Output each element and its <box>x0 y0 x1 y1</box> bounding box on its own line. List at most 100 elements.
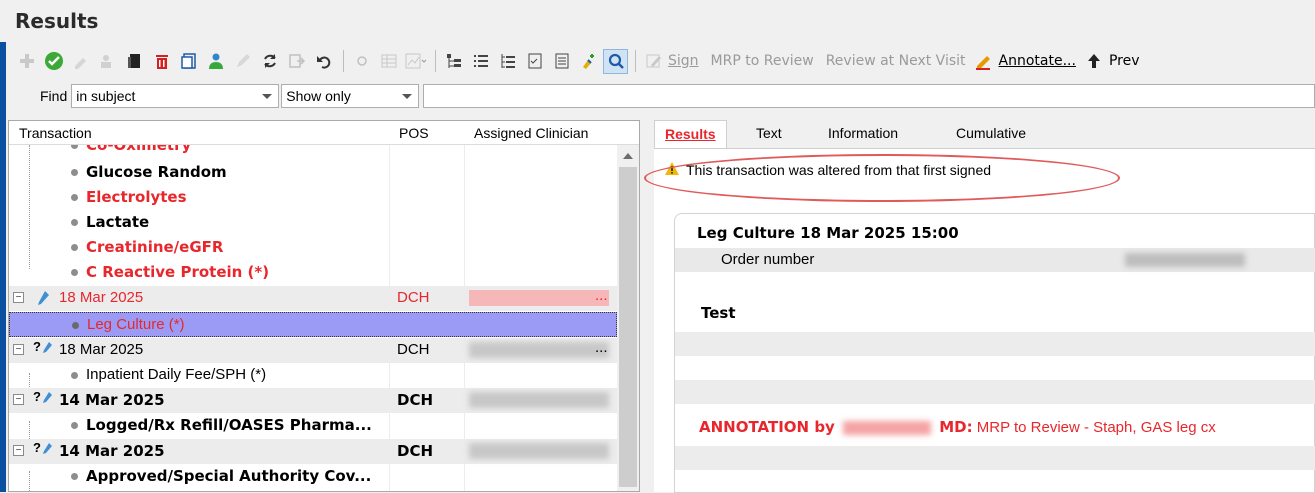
altered-warning: This transaction was altered from that f… <box>644 154 1315 202</box>
find-mode-select[interactable]: Show only <box>281 84 420 108</box>
detail-tabs: Results Text Information Cumulative <box>650 118 1315 148</box>
bullet-icon <box>71 422 78 429</box>
tree-row-group[interactable]: − ? 18 Mar 2025 DCH ... <box>9 338 617 363</box>
sign-button[interactable]: Sign <box>668 53 699 69</box>
row-label: Logged/Rx Refill/OASES Pharma... <box>71 416 372 434</box>
annotate-button[interactable]: Annotate... <box>999 53 1076 69</box>
note-icon[interactable] <box>549 49 574 74</box>
tree-row[interactable]: Co-Oximetry <box>9 145 617 158</box>
result-row <box>675 446 1315 470</box>
bullet-icon <box>71 269 78 276</box>
up-arrow-icon[interactable] <box>1082 49 1107 74</box>
result-row <box>675 380 1315 404</box>
delete-trash-icon[interactable] <box>149 49 174 74</box>
bullet-icon <box>71 473 78 480</box>
edit-pencil-icon[interactable] <box>230 49 255 74</box>
prev-button[interactable]: Prev <box>1109 53 1140 69</box>
chevron-down-icon <box>402 94 413 99</box>
find-scope-select[interactable]: in subject <box>71 84 280 108</box>
row-label: Creatinine/eGFR <box>71 238 223 256</box>
list-view-icon[interactable] <box>468 49 493 74</box>
find-scope-value: in subject <box>76 88 136 104</box>
document-stack-icon[interactable] <box>122 49 147 74</box>
row-label: 14 Mar 2025 <box>59 391 165 409</box>
bullet-icon <box>71 194 78 201</box>
tab-text[interactable]: Text <box>746 120 792 148</box>
find-bar: Find in subject Show only <box>8 82 1315 110</box>
column-header-clinician[interactable]: Assigned Clinician <box>474 125 588 141</box>
collapse-toggle-icon[interactable]: − <box>13 292 24 303</box>
collapse-toggle-icon[interactable]: − <box>13 394 24 405</box>
tree-expand-icon[interactable] <box>441 49 466 74</box>
collapse-toggle-icon[interactable]: − <box>13 445 24 456</box>
tree-row[interactable]: C Reactive Protein (*) <box>9 260 617 285</box>
tab-cumulative[interactable]: Cumulative <box>946 120 1036 148</box>
test-header: Test <box>701 304 736 322</box>
row-clinician-redacted <box>469 342 609 358</box>
bullet-icon <box>71 219 78 226</box>
checklist-icon[interactable] <box>522 49 547 74</box>
title-bar: Results <box>0 0 1315 42</box>
add-icon[interactable] <box>14 49 39 74</box>
tree-row[interactable]: Glucose Random <box>9 160 617 185</box>
find-mode-value: Show only <box>286 88 351 104</box>
collapse-toggle-icon[interactable]: − <box>13 344 24 355</box>
row-pos: DCH <box>397 289 430 306</box>
row-label: 14 Mar 2025 <box>59 442 165 460</box>
sign-icon[interactable] <box>641 49 666 74</box>
graph-icon[interactable] <box>403 49 428 74</box>
scroll-up-arrow-icon[interactable] <box>623 153 633 159</box>
row-label: Lactate <box>71 213 149 231</box>
tree-row[interactable]: Lactate <box>9 210 617 235</box>
tree-rows: Co-Oximetry Glucose Random Electrolytes … <box>9 145 617 491</box>
tree-row-group[interactable]: − ? 14 Mar 2025 DCH <box>9 439 617 464</box>
tree-row-group[interactable]: − 18 Mar 2025 DCH ... <box>9 286 617 311</box>
highlight-ellipse <box>644 154 1120 202</box>
tree-row[interactable]: Electrolytes <box>9 185 617 210</box>
find-input[interactable] <box>423 84 1315 108</box>
approve-check-icon[interactable] <box>41 49 66 74</box>
assign-icon[interactable] <box>68 49 93 74</box>
tree-row[interactable]: Creatinine/eGFR <box>9 235 617 260</box>
bullet-icon <box>72 321 79 329</box>
tree-row[interactable]: Logged/Rx Refill/OASES Pharma... <box>9 413 617 438</box>
forward-icon[interactable] <box>284 49 309 74</box>
tab-information[interactable]: Information <box>818 120 908 148</box>
table-view-icon[interactable] <box>376 49 401 74</box>
copy-document-icon[interactable] <box>176 49 201 74</box>
mrp-to-review-button[interactable]: MRP to Review <box>711 53 814 69</box>
tree-row-selected[interactable]: Leg Culture (*) <box>9 312 617 337</box>
refresh-icon[interactable] <box>257 49 282 74</box>
row-clinician-overflow: ... <box>595 287 608 304</box>
grouped-list-icon[interactable] <box>495 49 520 74</box>
annotation-prefix: ANNOTATION by <box>699 418 835 436</box>
report-title: Leg Culture 18 Mar 2025 15:00 <box>697 224 959 242</box>
transaction-tree-pane: Transaction POS Assigned Clinician Co-Ox… <box>8 120 640 492</box>
review-next-visit-button[interactable]: Review at Next Visit <box>826 53 966 69</box>
patient-icon[interactable] <box>203 49 228 74</box>
tree-row[interactable]: Inpatient Daily Fee/SPH (*) <box>9 363 617 388</box>
tree-row-group[interactable]: − ? 14 Mar 2025 DCH <box>9 388 617 413</box>
tree-row[interactable]: Approved/Special Authority Cov... <box>9 464 617 489</box>
column-header-transaction[interactable]: Transaction <box>19 125 92 141</box>
reassign-user-icon[interactable] <box>95 49 120 74</box>
row-label: Leg Culture (*) <box>72 316 185 333</box>
order-number-label: Order number <box>721 251 815 268</box>
toolbar-separator <box>343 50 344 72</box>
row-label: Glucose Random <box>71 163 227 181</box>
test-tube-icon <box>35 289 51 311</box>
undo-icon[interactable] <box>311 49 336 74</box>
result-detail-pane: Results Text Information Cumulative This… <box>644 118 1315 493</box>
window-edge <box>0 42 6 492</box>
row-label: Approved/Special Authority Cov... <box>71 467 371 485</box>
circle-icon[interactable] <box>349 49 374 74</box>
scroll-thumb[interactable] <box>619 167 637 487</box>
tree-scrollbar[interactable] <box>617 145 639 491</box>
tab-results[interactable]: Results <box>654 120 727 148</box>
annotate-pencil-icon[interactable] <box>972 49 997 74</box>
add-lab-icon[interactable] <box>576 49 601 74</box>
window-title: Results <box>15 9 99 33</box>
column-header-pos[interactable]: POS <box>399 125 429 141</box>
search-icon[interactable] <box>603 48 628 74</box>
row-label: 18 Mar 2025 <box>59 341 144 358</box>
